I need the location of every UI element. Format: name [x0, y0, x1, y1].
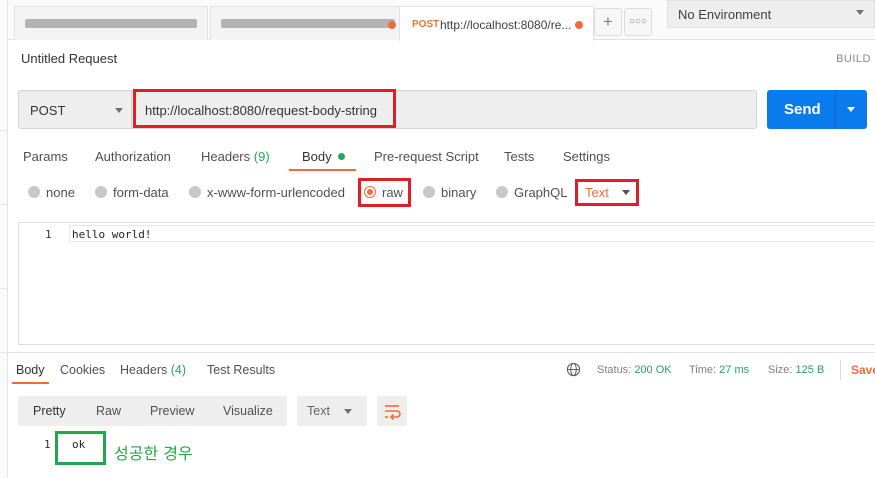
- tab-pre-request-script[interactable]: Pre-request Script: [374, 149, 479, 164]
- environment-select[interactable]: No Environment: [667, 0, 875, 28]
- response-format-select[interactable]: Text: [297, 396, 367, 426]
- line-number: 1: [45, 228, 52, 241]
- request-title: Untitled Request: [21, 51, 118, 66]
- active-tab-underline: [289, 169, 356, 171]
- response-tab-cookies[interactable]: Cookies: [60, 363, 105, 377]
- radio-label: binary: [441, 185, 477, 200]
- send-divider: [835, 90, 836, 129]
- mode-raw[interactable]: Raw: [96, 404, 121, 418]
- radio-circle: [423, 186, 435, 198]
- size-stat: Size: 125 B: [768, 364, 824, 376]
- response-line-number: 1: [44, 438, 51, 451]
- status-value: 200 OK: [634, 364, 672, 376]
- response-headers-count: (4): [170, 363, 187, 377]
- response-tab-body[interactable]: Body: [16, 363, 45, 377]
- wrap-lines-button[interactable]: [377, 396, 407, 426]
- blurred-tab-label: [221, 19, 395, 28]
- response-tab-headers[interactable]: Headers (4): [120, 363, 186, 377]
- unsaved-dot: [388, 21, 396, 29]
- size-label: Size:: [768, 364, 793, 376]
- size-value: 125 B: [795, 364, 825, 376]
- build-mode-button[interactable]: BUILD: [836, 53, 871, 65]
- response-headers-label: Headers: [120, 363, 168, 377]
- send-label: Send: [784, 101, 821, 118]
- time-value: 27 ms: [719, 364, 750, 376]
- radio-circle: [95, 186, 107, 198]
- highlight-box: [575, 179, 639, 206]
- response-format-label: Text: [307, 404, 330, 418]
- tab-url: http://localhost:8080/re...: [440, 18, 572, 32]
- unsaved-dot: [575, 21, 583, 29]
- tab-headers-label: Headers: [201, 149, 251, 164]
- tab-authorization[interactable]: Authorization: [95, 149, 171, 164]
- divider: [840, 360, 841, 380]
- request-tab[interactable]: [14, 6, 208, 40]
- radio-label: x-www-form-urlencoded: [207, 185, 345, 200]
- save-response-button[interactable]: Save: [851, 363, 875, 377]
- wrap-lines-icon: [385, 405, 401, 421]
- annotation-note: 성공한 경우: [114, 444, 193, 463]
- highlight-box: [55, 431, 106, 465]
- send-button[interactable]: Send: [767, 90, 867, 129]
- active-tab-underline: [12, 382, 49, 384]
- sidebar-divider: [0, 204, 8, 205]
- radio-circle: [189, 186, 201, 198]
- request-tab[interactable]: [210, 6, 400, 40]
- radio-circle: [28, 186, 40, 198]
- more-icon[interactable]: ○○○: [624, 8, 652, 36]
- chevron-down-icon: [344, 409, 352, 414]
- request-tab-active[interactable]: POST http://localhost:8080/re...: [399, 6, 594, 41]
- status-label: Status:: [597, 364, 632, 376]
- radio-circle: [496, 186, 508, 198]
- mode-preview[interactable]: Preview: [150, 404, 194, 418]
- sidebar-divider: [0, 352, 8, 353]
- globe-icon[interactable]: [566, 362, 581, 377]
- tab-tests[interactable]: Tests: [504, 149, 534, 164]
- chevron-down-icon: [856, 10, 864, 15]
- tab-body-label: Body: [302, 149, 332, 164]
- method-label: POST: [30, 103, 66, 118]
- blurred-tab-label: [25, 19, 197, 28]
- chevron-down-icon: [115, 108, 123, 113]
- tab-body[interactable]: Body: [302, 149, 345, 164]
- plus-icon[interactable]: +: [594, 8, 622, 36]
- tab-settings[interactable]: Settings: [563, 149, 610, 164]
- radio-label: none: [46, 185, 75, 200]
- headers-count: (9): [253, 149, 270, 164]
- left-sidebar-strip: [0, 0, 8, 478]
- chevron-down-icon[interactable]: [847, 107, 855, 112]
- tab-headers[interactable]: Headers (9): [201, 149, 270, 164]
- mode-visualize[interactable]: Visualize: [223, 404, 273, 418]
- radio-label: form-data: [113, 185, 169, 200]
- body-indicator-dot: [337, 153, 345, 160]
- time-label: Time:: [689, 364, 717, 376]
- mode-pretty[interactable]: Pretty: [33, 404, 66, 418]
- tab-method: POST: [412, 19, 440, 30]
- time-stat: Time: 27 ms: [689, 364, 749, 376]
- radio-label: GraphQL: [514, 185, 568, 200]
- environment-label: No Environment: [678, 7, 772, 22]
- view-mode-group: Pretty Raw Preview Visualize: [18, 396, 287, 426]
- active-line-highlight: [69, 225, 875, 242]
- tab-params[interactable]: Params: [23, 149, 68, 164]
- response-tab-test-results[interactable]: Test Results: [207, 363, 275, 377]
- sidebar-divider: [0, 130, 8, 131]
- body-editor[interactable]: 1 hello world!: [18, 222, 875, 345]
- highlight-box: [133, 89, 396, 128]
- method-select[interactable]: POST: [18, 90, 131, 129]
- highlight-box: [358, 178, 411, 207]
- sidebar-divider: [0, 288, 8, 289]
- status-stat: Status: 200 OK: [597, 364, 672, 376]
- editor-content[interactable]: hello world!: [72, 228, 151, 241]
